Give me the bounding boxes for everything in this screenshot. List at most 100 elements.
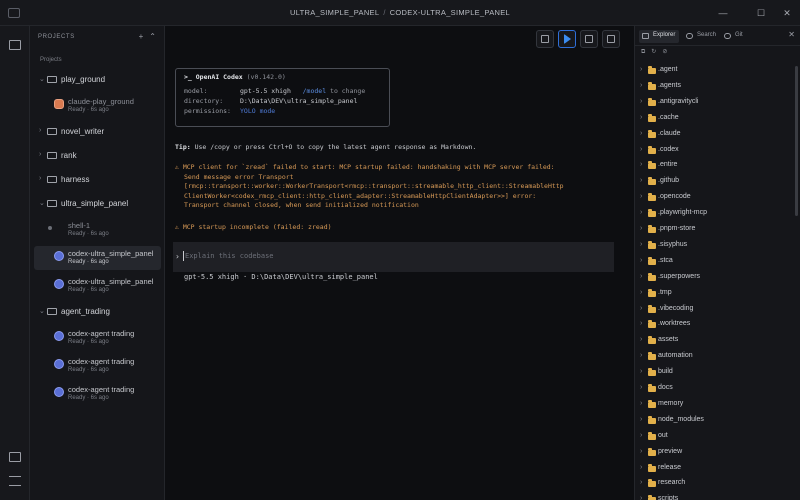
toggle-panel-button[interactable] (602, 30, 620, 48)
explorer-folder-item[interactable]: › .pnpm-store (635, 223, 795, 237)
folder-icon (648, 336, 656, 345)
prompt-input[interactable]: › Explain this codebase (173, 242, 614, 272)
chevron-right-icon: › (640, 129, 643, 137)
codex-header: >_ OpenAI Codex (v0.142.0) (184, 73, 381, 83)
folder-icon (47, 76, 57, 83)
project-folder[interactable]: ⌄ play_ground (34, 73, 161, 87)
explorer-folder-item[interactable]: › node_modules (635, 414, 795, 428)
chevron-right-icon: › (640, 320, 643, 328)
folder-icon (648, 209, 656, 218)
explorer-folder-item[interactable]: › .entire (635, 159, 795, 173)
folder-icon (47, 152, 57, 159)
open-vscode-button[interactable] (558, 30, 576, 48)
notes-icon[interactable] (9, 452, 21, 462)
chevron-icon: › (39, 175, 42, 182)
warning-line: Send message error Transport (184, 172, 294, 181)
explorer-folder-item[interactable]: › .opencode (635, 191, 795, 205)
project-folder-label: harness (61, 175, 90, 184)
explorer-folder-item[interactable]: › .sisyphus (635, 239, 795, 253)
explorer-folder-item[interactable]: › out (635, 430, 795, 444)
add-project-button[interactable]: + (139, 32, 144, 41)
new-file-button[interactable]: ⧉ (641, 49, 645, 55)
terminal-icon[interactable] (9, 40, 21, 50)
session-item[interactable]: codex-ultra_simple_panel Ready · 6s ago (34, 246, 161, 270)
chevron-right-icon: › (640, 97, 643, 105)
refresh-button[interactable]: ↻ (651, 49, 656, 55)
folder-icon (648, 97, 656, 106)
explorer-folder-item[interactable]: › release (635, 462, 795, 476)
maximize-button[interactable]: ☐ (754, 6, 768, 20)
tab-explorer[interactable]: Explorer (639, 30, 680, 43)
session-item[interactable]: codex-agent trading Ready · 6s ago (34, 382, 161, 406)
session-item[interactable]: claude-play_ground Ready · 6s ago (34, 94, 161, 118)
explorer-scrollbar[interactable] (795, 66, 798, 216)
explorer-folder-label: scripts (658, 495, 679, 500)
copy-button[interactable] (536, 30, 554, 48)
codex-icon (54, 359, 64, 369)
session-item[interactable]: codex-ultra_simple_panel Ready · 6s ago (34, 274, 161, 298)
explorer-folder-label: .stca (658, 256, 673, 264)
explorer-folder-item[interactable]: › .codex (635, 144, 795, 158)
explorer-folder-item[interactable]: › .worktrees (635, 318, 795, 332)
chevron-right-icon: › (640, 81, 643, 89)
minimize-button[interactable]: — (716, 6, 730, 20)
document-name: CODEX-ULTRA_SIMPLE_PANEL (389, 8, 510, 17)
explorer-folder-item[interactable]: › memory (635, 398, 795, 412)
project-folder[interactable]: ⌄ ultra_simple_panel (34, 197, 161, 211)
shell-icon (48, 226, 52, 230)
projects-root-label[interactable]: Projects (40, 57, 62, 63)
session-item[interactable]: codex-agent trading Ready · 6s ago (34, 354, 161, 378)
terminal-pane[interactable]: >_ OpenAI Codex (v0.142.0) model: gpt-5.5… (165, 26, 634, 500)
folder-icon (648, 225, 656, 233)
project-folder-label: rank (61, 151, 77, 160)
explorer-folder-item[interactable]: › .agent (635, 64, 795, 78)
filter-button[interactable]: ⊘ (662, 49, 667, 55)
explorer-folder-item[interactable]: › .playwright-mcp (635, 207, 795, 221)
project-folder[interactable]: › harness (34, 173, 161, 187)
explorer-folder-item[interactable]: › docs (635, 382, 795, 396)
folder-icon (648, 66, 656, 74)
explorer-folder-item[interactable]: › assets (635, 334, 795, 348)
explorer-folder-item[interactable]: › scripts (635, 493, 795, 500)
explorer-folder-label: .tmp (658, 288, 672, 296)
chevron-right-icon: › (640, 399, 643, 407)
explorer-actions: ⧉ ↻ ⊘ (641, 48, 673, 56)
project-folder[interactable]: › novel_writer (34, 125, 161, 139)
session-name: codex-agent trading (68, 385, 135, 394)
prompt-placeholder: Explain this codebase (185, 252, 274, 260)
session-name: codex-agent trading (68, 357, 135, 366)
session-item[interactable]: codex-agent trading Ready · 6s ago (34, 326, 161, 350)
explorer-folder-item[interactable]: › .claude (635, 128, 795, 142)
explorer-folder-item[interactable]: › .antigravitycli (635, 96, 795, 110)
explorer-folder-item[interactable]: › automation (635, 350, 795, 364)
explorer-folder-item[interactable]: › .github (635, 175, 795, 189)
open-folder-button[interactable] (580, 30, 598, 48)
explorer-folder-item[interactable]: › build (635, 366, 795, 380)
tab-git[interactable]: Git (721, 30, 747, 43)
session-status: Ready · 6s ago (68, 287, 109, 293)
explorer-folder-item[interactable]: › .agents (635, 80, 795, 94)
folder-icon (585, 35, 593, 43)
claude-icon (54, 99, 64, 109)
close-window-button[interactable]: ✕ (780, 6, 794, 20)
settings-sliders-icon[interactable] (9, 476, 21, 486)
collapse-projects-button[interactable]: ⌃ (149, 32, 156, 41)
explorer-folder-item[interactable]: › .cache (635, 112, 795, 126)
explorer-folder-item[interactable]: › .vibecoding (635, 303, 795, 317)
project-folder[interactable]: › rank (34, 149, 161, 163)
chevron-right-icon: › (640, 145, 643, 153)
session-name: codex-ultra_simple_panel (68, 277, 154, 286)
explorer-folder-item[interactable]: › preview (635, 446, 795, 460)
explorer-folder-item[interactable]: › .stca (635, 255, 795, 269)
tab-search[interactable]: Search (683, 30, 720, 43)
tip-line: Tip: Use /copy or press Ctrl+O to copy t… (175, 143, 476, 151)
folder-icon (648, 352, 656, 361)
project-folder[interactable]: ⌄ agent_trading (34, 305, 161, 319)
tab-git-label: Git (735, 32, 743, 38)
explorer-folder-item[interactable]: › .superpowers (635, 271, 795, 285)
session-item[interactable]: shell-1 Ready · 6s ago (34, 218, 161, 242)
close-explorer-button[interactable]: ✕ (788, 30, 795, 39)
explorer-folder-item[interactable]: › .tmp (635, 287, 795, 301)
folder-icon (648, 272, 656, 281)
explorer-folder-item[interactable]: › research (635, 477, 795, 491)
